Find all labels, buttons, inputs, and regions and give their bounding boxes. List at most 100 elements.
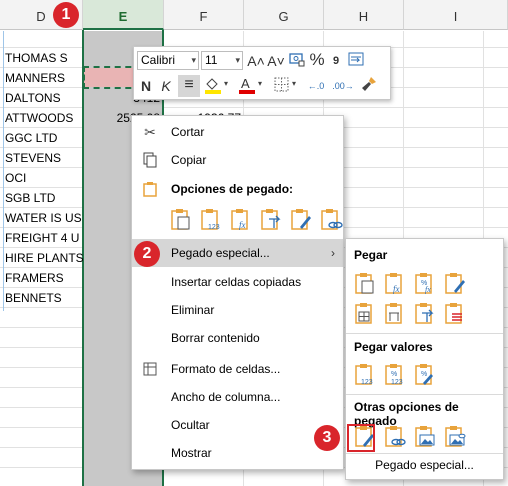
paste-heading: Pegar	[354, 248, 388, 262]
italic-button[interactable]: K	[157, 76, 175, 96]
highlight-box	[347, 424, 375, 452]
wrap-text-button[interactable]	[346, 51, 366, 71]
cell-d-client[interactable]: ATTWOODS	[5, 108, 83, 128]
cell-d-client[interactable]: OCI	[5, 168, 83, 188]
mini-toolbar: Calibri ▾ 11 ▾ A˄ A˅ % 9 N K ≡ ▾ A ▾ ▾ ←.0 …	[133, 46, 391, 100]
context-menu: ✂ Cortar Copiar Opciones de pegado: 123 …	[131, 115, 344, 470]
menu-item-copy[interactable]: Copiar	[132, 147, 343, 173]
borders-button[interactable]: ▾	[272, 76, 300, 96]
svg-text:fx: fx	[239, 220, 246, 230]
paste-values-number-format-icon[interactable]: % 123	[384, 362, 406, 386]
svg-text:123: 123	[391, 379, 403, 386]
bold-button[interactable]: N	[137, 76, 155, 96]
format-cells-icon	[142, 361, 158, 377]
step-badge-1: 1	[53, 2, 79, 28]
shrink-font-button[interactable]: A˅	[266, 51, 286, 71]
clipboard-icon	[142, 181, 158, 197]
paste-transpose-icon[interactable]	[414, 301, 436, 325]
menu-item-cut[interactable]: ✂ Cortar	[132, 119, 343, 145]
svg-text:fx: fx	[393, 284, 400, 294]
menu-item-clear-contents[interactable]: Borrar contenido	[132, 325, 343, 351]
cell-d-client[interactable]: DALTONS	[5, 88, 83, 108]
paste-values-source-format-icon[interactable]: %	[414, 362, 436, 386]
comma-style-button[interactable]: 9	[328, 51, 344, 71]
cell-d-client[interactable]: BENNETS	[5, 288, 83, 308]
paste-link-icon[interactable]	[320, 207, 343, 231]
paste-values-icon[interactable]: 123	[200, 207, 222, 231]
paintbrush-icon	[362, 77, 376, 91]
paste-link-icon[interactable]	[384, 424, 406, 448]
percent-button[interactable]: %	[308, 50, 326, 70]
menu-item-column-width[interactable]: Ancho de columna...	[132, 384, 343, 410]
no-borders-icon[interactable]	[354, 301, 376, 325]
grow-font-button[interactable]: A˄	[246, 51, 266, 71]
copy-icon	[142, 152, 158, 168]
paste-linked-picture-icon[interactable]	[444, 424, 466, 448]
svg-text:▾: ▾	[224, 79, 228, 88]
column-header-h[interactable]: H	[324, 0, 404, 30]
cell-d-client[interactable]: FREIGHT 4 U	[5, 228, 83, 248]
font-color-icon: A ▾	[239, 76, 262, 94]
menu-item-format-cells[interactable]: Formato de celdas...	[132, 356, 343, 382]
cell-d-client[interactable]: FRAMERS	[5, 268, 83, 288]
paste-options-heading: Opciones de pegado:	[132, 176, 343, 202]
chevron-down-icon: ▾	[191, 55, 196, 65]
paste-list-icon[interactable]	[444, 301, 466, 325]
cell-d-client[interactable]: SGB LTD	[5, 188, 83, 208]
cell-d-client[interactable]: THOMAS S	[5, 48, 83, 68]
keep-source-formatting-icon[interactable]	[444, 271, 466, 295]
fill-color-button[interactable]: ▾	[202, 76, 232, 96]
paste-icon[interactable]	[354, 271, 376, 295]
cell-d-client[interactable]: MANNERS	[5, 68, 83, 88]
paste-formulas-icon[interactable]: fx	[230, 207, 252, 231]
column-header-e[interactable]: E	[83, 0, 164, 30]
step-badge-3: 3	[314, 425, 340, 451]
currency-icon	[289, 53, 305, 67]
menu-item-unhide[interactable]: Mostrar	[132, 440, 343, 466]
svg-text:▾: ▾	[292, 79, 296, 88]
scissors-icon: ✂	[144, 124, 156, 140]
currency-format-button[interactable]	[287, 51, 307, 71]
submenu-paste-special-link[interactable]: Pegado especial...	[346, 454, 503, 476]
font-size-box[interactable]: 11 ▾	[201, 51, 243, 70]
paste-transpose-icon[interactable]	[260, 207, 282, 231]
cell-d-client[interactable]: STEVENS	[5, 148, 83, 168]
paste-values-icon[interactable]: 123	[354, 362, 376, 386]
decrease-decimal-button[interactable]: .00→	[330, 76, 356, 96]
increase-decimal-button[interactable]: ←.0	[304, 76, 328, 96]
svg-text:fx: fx	[425, 285, 431, 294]
format-painter-button[interactable]	[359, 76, 379, 96]
svg-text:123: 123	[208, 224, 220, 231]
column-header-i[interactable]: I	[404, 0, 508, 30]
step-badge-2: 2	[134, 241, 160, 267]
paste-icon[interactable]	[170, 207, 192, 231]
svg-text:%: %	[391, 371, 397, 378]
align-center-button[interactable]: ≡	[178, 75, 200, 97]
chevron-down-icon: ▾	[235, 55, 240, 65]
column-header-g[interactable]: G	[244, 0, 324, 30]
paste-formatting-icon[interactable]	[290, 207, 312, 231]
menu-item-insert-copied[interactable]: Insertar celdas copiadas	[132, 269, 343, 295]
paste-picture-icon[interactable]	[414, 424, 436, 448]
paste-values-heading: Pegar valores	[354, 340, 433, 354]
svg-text:123: 123	[361, 379, 373, 386]
wrap-icon	[348, 52, 364, 66]
font-color-button[interactable]: A ▾	[236, 76, 266, 96]
svg-text:%: %	[421, 371, 427, 378]
keep-column-widths-icon[interactable]	[384, 301, 406, 325]
svg-text:▾: ▾	[258, 79, 262, 88]
menu-item-hide[interactable]: Ocultar	[132, 412, 343, 438]
column-header-f[interactable]: F	[164, 0, 244, 30]
chevron-right-icon: ›	[331, 246, 335, 260]
svg-text:A: A	[241, 76, 250, 91]
cell-d-client[interactable]: WATER IS US	[5, 208, 83, 228]
cell-d-client[interactable]: GGC LTD	[5, 128, 83, 148]
menu-item-paste-special[interactable]: Pegado especial... ›	[132, 239, 343, 267]
paste-formulas-icon[interactable]: fx	[384, 271, 406, 295]
borders-icon: ▾	[274, 77, 296, 92]
font-name-box[interactable]: Calibri ▾	[137, 51, 199, 70]
cell-d-client[interactable]: HIRE PLANTS	[5, 248, 83, 268]
fill-bucket-icon: ▾	[205, 78, 228, 94]
menu-item-delete[interactable]: Eliminar	[132, 297, 343, 323]
paste-formulas-number-format-icon[interactable]: % fx	[414, 271, 436, 295]
